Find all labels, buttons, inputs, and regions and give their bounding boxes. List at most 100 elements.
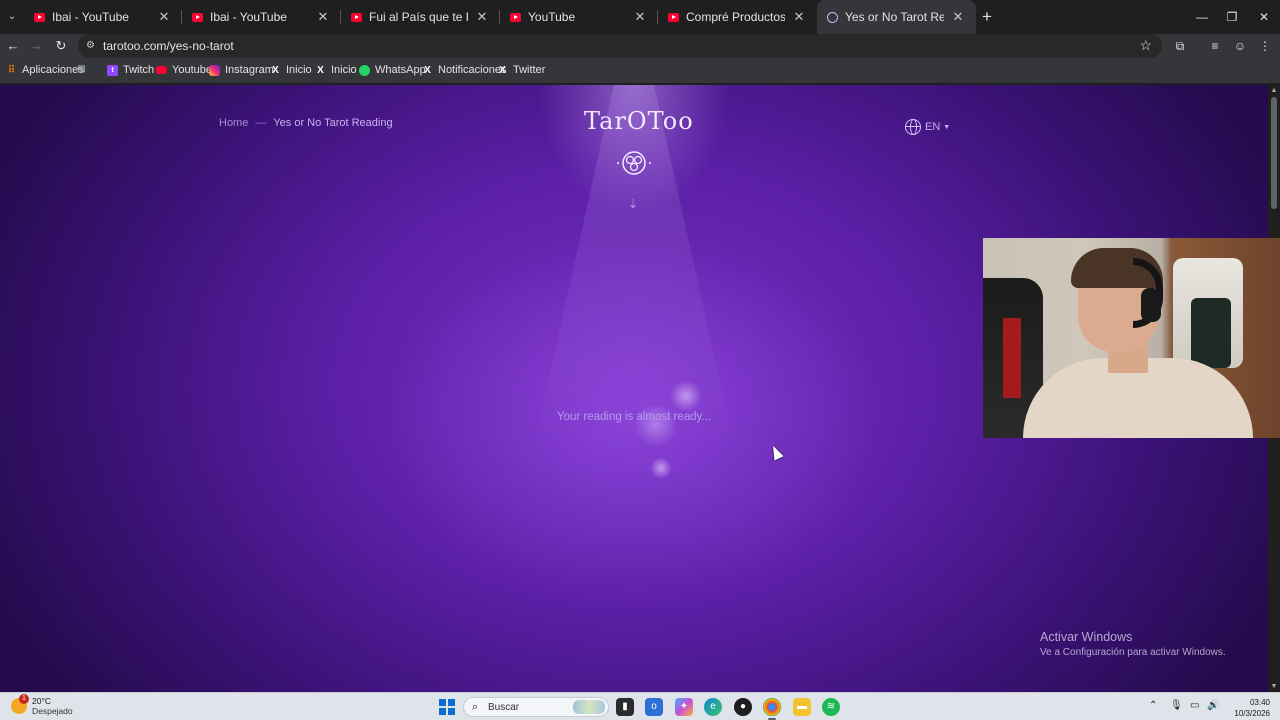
browser-tab[interactable]: Ibai - YouTube ✕ — [24, 0, 182, 34]
youtube-icon — [156, 66, 167, 74]
clock-date: 10/3/2026 — [1234, 709, 1270, 718]
tarotoo-icon — [827, 11, 838, 23]
clock-time: 03:40 — [1249, 698, 1270, 707]
webcam-chair-stripe — [1003, 318, 1021, 398]
bookmark-star-icon[interactable]: ☆ — [1139, 37, 1152, 54]
bookmark-label: Instagram — [225, 64, 274, 76]
glow-orb — [634, 403, 678, 447]
headset-earcup — [1141, 288, 1161, 322]
extensions-icon[interactable]: ⧉ — [1171, 37, 1189, 55]
copilot-icon[interactable]: ✦ — [675, 698, 693, 716]
obs-icon[interactable]: ● — [734, 698, 752, 716]
window-close-icon[interactable]: ✕ — [1248, 0, 1280, 34]
scroll-thumb[interactable] — [1271, 97, 1277, 209]
windows-taskbar: 1 20°C Despejado ⌕ Buscar ▮ o ✦ e ● ▬ ≋ … — [0, 692, 1280, 720]
scroll-down-icon[interactable]: ▼ — [1270, 683, 1278, 690]
url-text[interactable]: tarotoo.com/yes-no-tarot — [103, 39, 234, 53]
breadcrumb-current: Yes or No Tarot Reading — [273, 117, 393, 129]
taskbar-search[interactable]: ⌕ Buscar — [463, 697, 609, 717]
watermark-subtitle: Ve a Configuración para activar Windows. — [1040, 647, 1226, 658]
scroll-up-icon[interactable]: ▲ — [1270, 87, 1278, 94]
x-icon: X — [272, 64, 279, 76]
search-placeholder: Buscar — [488, 702, 520, 713]
close-icon[interactable]: ✕ — [315, 9, 331, 25]
spotify-icon[interactable]: ≋ — [822, 698, 840, 716]
bookmark-x-notificaciones[interactable]: X Notificaciones — [422, 64, 506, 76]
weather-condition: Despejado — [32, 706, 73, 716]
browser-tab[interactable]: Compré Productos que Nadie C ✕ — [658, 0, 817, 34]
windows-activation-watermark: Activar Windows Ve a Configuración para … — [1040, 630, 1226, 658]
loading-message: Your reading is almost ready... — [556, 411, 712, 423]
bookmark-x-twitter[interactable]: X Twitter — [497, 64, 545, 76]
tarotoo-logo[interactable]: TarOToo — [584, 107, 693, 135]
webcam-background-jacket — [1191, 298, 1231, 368]
caret-down-icon: ▼ — [943, 123, 951, 131]
sun-icon: 1 — [11, 694, 29, 714]
search-icon: ⌕ — [472, 701, 479, 713]
new-tab-button[interactable]: + — [978, 8, 996, 26]
volume-icon[interactable]: 🔊 — [1207, 700, 1219, 711]
breadcrumb-separator: — — [255, 117, 267, 129]
restore-icon[interactable]: ❐ — [1216, 0, 1248, 34]
browser-tab[interactable]: Fui al País que te Paga por Visit ✕ — [341, 0, 500, 34]
breadcrumb-home-link[interactable]: Home — [219, 117, 248, 129]
network-icon[interactable]: ▭ — [1190, 700, 1199, 711]
youtube-icon — [192, 12, 203, 22]
whatsapp-icon — [359, 64, 370, 76]
browser-tab[interactable]: Ibai - YouTube ✕ — [182, 0, 341, 34]
language-selector[interactable]: EN ▼ — [905, 119, 950, 135]
language-label: EN — [925, 121, 941, 133]
minimize-icon[interactable]: — — [1186, 0, 1218, 34]
watermark-title: Activar Windows — [1040, 630, 1133, 644]
bookmark-whatsapp[interactable]: WhatsApp — [359, 64, 426, 76]
windows-start-icon[interactable] — [439, 699, 455, 715]
chrome-icon[interactable] — [763, 698, 781, 720]
browser-tab-active[interactable]: Yes or No Tarot Reading | Tarot ✕ — [817, 0, 976, 34]
weather-widget[interactable]: 1 20°C Despejado — [11, 694, 73, 716]
forward-icon[interactable]: → — [27, 37, 45, 55]
tray-overflow-chevron-icon[interactable]: ⌃ — [1149, 700, 1157, 711]
edge-icon[interactable]: e — [704, 698, 722, 716]
apps-icon: ⠿ — [7, 64, 16, 76]
bookmark-grid[interactable]: ⊞ — [76, 64, 92, 75]
bookmark-youtube[interactable]: Youtube — [156, 64, 212, 76]
site-info-icon[interactable]: ⚙ — [86, 40, 98, 52]
reload-icon[interactable]: ↻ — [52, 37, 70, 55]
browser-tab[interactable]: YouTube ✕ — [500, 0, 658, 34]
bookmark-x-inicio[interactable]: X Inicio — [270, 64, 312, 76]
grid-icon: ⊞ — [77, 64, 86, 75]
triple-spiral-emblem-icon — [617, 151, 651, 175]
close-icon[interactable]: ✕ — [950, 9, 966, 25]
close-icon[interactable]: ✕ — [791, 9, 807, 25]
bookmark-label: Twitter — [513, 64, 546, 76]
notification-badge: 1 — [19, 694, 29, 704]
bookmark-x-inicio[interactable]: X Inicio — [315, 64, 357, 76]
media-control-icon[interactable]: ≡ — [1206, 37, 1224, 55]
bookmark-twitch[interactable]: t Twitch — [107, 64, 154, 76]
mouse-cursor — [768, 443, 784, 461]
close-icon[interactable]: ✕ — [474, 9, 490, 25]
back-icon[interactable]: ← — [4, 37, 22, 55]
breadcrumb: Home — Yes or No Tarot Reading — [219, 117, 393, 129]
youtube-icon — [668, 12, 679, 22]
twitch-icon: t — [107, 64, 118, 76]
bookmark-apps[interactable]: ⠿ Aplicaciones — [6, 64, 84, 76]
bookmark-label: Inicio — [331, 64, 357, 76]
task-view-icon[interactable]: ▮ — [616, 698, 634, 716]
glow-orb — [670, 380, 702, 412]
outlook-icon[interactable]: o — [645, 698, 663, 716]
menu-kebab-icon[interactable]: ⋮ — [1256, 37, 1274, 55]
system-clock[interactable]: 03:40 10/3/2026 — [1226, 697, 1270, 719]
bookmark-label: WhatsApp — [375, 64, 426, 76]
webcam-overlay — [983, 238, 1280, 438]
tab-search-chevron-icon[interactable]: ⌄ — [4, 9, 20, 25]
file-explorer-icon[interactable]: ▬ — [793, 698, 811, 716]
close-icon[interactable]: ✕ — [156, 9, 172, 25]
address-bar[interactable]: ⚙ tarotoo.com/yes-no-tarot ☆ — [78, 34, 1162, 58]
tab-title: Fui al País que te Paga por Visit — [369, 10, 468, 24]
close-icon[interactable]: ✕ — [632, 9, 648, 25]
microphone-icon[interactable]: 🎙 — [1170, 700, 1183, 711]
profile-avatar-icon[interactable]: ☺ — [1231, 37, 1249, 55]
bookmark-label: Aplicaciones — [22, 64, 84, 76]
bookmark-instagram[interactable]: Instagram — [209, 64, 274, 76]
